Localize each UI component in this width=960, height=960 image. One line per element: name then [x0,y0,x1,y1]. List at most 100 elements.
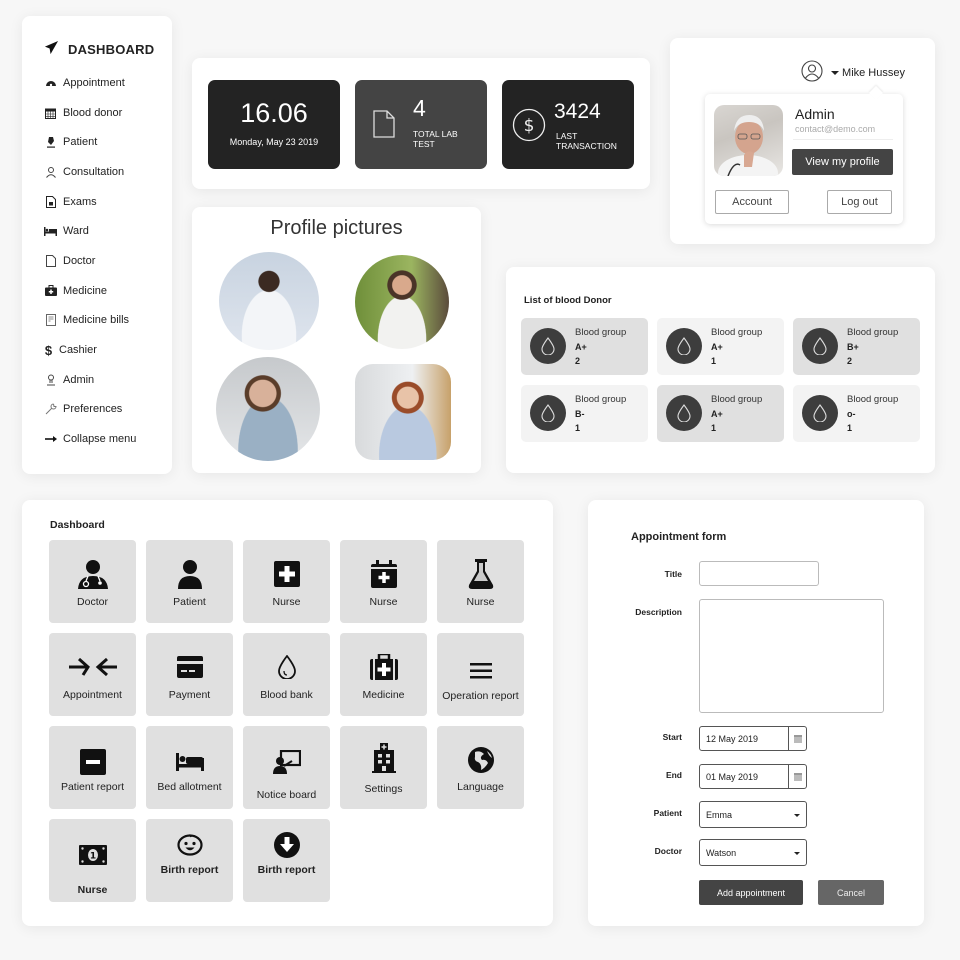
calendar-icon[interactable] [788,765,806,788]
sidebar-item-cashier[interactable]: $ Cashier [44,335,136,365]
profile-picture-doctor-2[interactable] [355,255,449,349]
profile-picture-patient-1[interactable] [216,357,320,461]
blood-drop-icon [802,328,838,364]
tile-label: Nurse [466,596,495,608]
blood-group-value: B+ [847,342,859,352]
patient-select-value: Emma [706,809,733,820]
sidebar-item-admin[interactable]: Admin [44,365,136,395]
blood-drop-icon [666,328,702,364]
caret-down-icon [831,70,840,75]
dashboard-tile-bed-allotment[interactable]: Bed allotment [146,726,233,809]
calendar-plus-icon [370,558,397,590]
sidebar-item-consultation[interactable]: Consultation [44,157,136,187]
arrow-right-icon [44,433,57,446]
sidebar-item-preferences[interactable]: Preferences [44,395,136,425]
account-button[interactable]: Account [715,190,789,214]
dashboard-tile-medicine[interactable]: Medicine [340,633,427,716]
paper-plane-icon [44,40,59,58]
calendar-icon[interactable] [788,727,806,750]
lab-test-count: 4 [413,95,426,121]
tile-label: Blood bank [260,689,313,701]
dashboard-panel: Dashboard Doctor Patient Nurse Nurse Nurse Ap… [22,500,553,926]
blood-donor-card[interactable]: Blood group A+ 1 [657,385,784,442]
blood-donor-grid: Blood group A+ 2 Blood group A+ 1 Blood group B… [521,318,920,442]
transaction-label: LAST TRANSACTION [556,131,617,151]
blood-drop-icon [530,395,566,431]
sidebar-item-collapse-menu[interactable]: Collapse menu [44,424,136,454]
end-date-input[interactable]: 01 May 2019 [699,764,807,789]
donor-count: 1 [575,423,581,433]
user-menu-toggle[interactable]: Mike Hussey [801,60,905,85]
admin-avatar [714,105,783,176]
sidebar-item-doctor[interactable]: Doctor [44,246,136,276]
dashboard-tile-birth-report[interactable]: Birth report [243,819,330,902]
start-date-input[interactable]: 12 May 2019 [699,726,807,751]
sidebar-item-medicine[interactable]: Medicine [44,276,136,306]
document-icon [44,195,57,208]
patient-select[interactable]: Emma [699,801,807,828]
tile-label: Medicine [362,689,405,701]
blood-donor-card[interactable]: Blood group A+ 2 [521,318,648,375]
blood-donor-card[interactable]: Blood group B- 1 [521,385,648,442]
description-textarea[interactable] [699,599,884,713]
transaction-card[interactable]: $ 3424 LAST TRANSACTION [502,80,634,169]
sidebar-item-ward[interactable]: Ward [44,216,136,246]
tile-label: Notice board [256,789,317,801]
form-title: Appointment form [631,531,727,543]
sidebar-item-label: Cashier [59,344,97,357]
profile-picture-doctor-1[interactable] [219,252,319,350]
profile-pictures-panel: Profile pictures [192,207,481,473]
sidebar-item-label: Medicine [63,284,108,297]
hospital-icon [371,742,396,774]
dashboard-tile-birth-report[interactable]: Birth report [146,819,233,902]
medkit-icon [44,284,57,297]
tile-label: Birth report [160,864,219,876]
blood-donor-card[interactable]: Blood group B+ 2 [793,318,920,375]
sidebar-item-blood-donor[interactable]: Blood donor [44,98,136,128]
profile-email: contact@demo.com [795,124,876,134]
sidebar-header[interactable]: DASHBOARD [44,40,154,58]
add-appointment-button[interactable]: Add appointment [699,880,803,905]
view-profile-button[interactable]: View my profile [792,149,893,175]
dashboard-tile-blood-bank[interactable]: Blood bank [243,633,330,716]
donor-count: 1 [711,356,717,366]
dashboard-tile-operation-report[interactable]: Operation report [437,633,524,716]
lab-test-card[interactable]: 4 TOTAL LAB TEST [355,80,487,169]
dashboard-tile-appointment[interactable]: Appointment [49,633,136,716]
dashboard-tile-patient-report[interactable]: Patient report [49,726,136,809]
sidebar-item-appointment[interactable]: Appointment [44,68,136,98]
dashboard-tile-patient[interactable]: Patient [146,540,233,623]
logout-button[interactable]: Log out [827,190,892,214]
dashboard-tile-nurse[interactable]: Nurse [437,540,524,623]
dashboard-tile-nurse[interactable]: Nurse [243,540,330,623]
blood-donor-card[interactable]: Blood group o- 1 [793,385,920,442]
blood-donor-title: List of blood Donor [524,295,612,306]
patient-label: Patient [653,808,682,818]
arrows-converge-icon [68,651,117,683]
sidebar-item-patient[interactable]: Patient [44,127,136,157]
cancel-button[interactable]: Cancel [818,880,884,905]
doctor-select[interactable]: Watson [699,839,807,866]
transaction-value: 3424 [554,100,601,123]
dashboard-tile-language[interactable]: Language [437,726,524,809]
blood-group-value: A+ [575,342,587,352]
tile-label: Bed allotment [157,781,222,793]
appointment-form: Appointment form Title Description Start… [588,500,924,926]
description-label: Description [635,607,682,617]
dashboard-tile-nurse[interactable]: 1 Nurse [49,819,136,902]
blood-donor-card[interactable]: Blood group A+ 1 [657,318,784,375]
sidebar-item-label: Blood donor [63,106,123,119]
profile-picture-patient-2[interactable] [355,364,451,460]
dashboard-tile-doctor[interactable]: Doctor [49,540,136,623]
dashboard-tile-notice-board[interactable]: Notice board [243,726,330,809]
title-input[interactable] [699,561,819,586]
globe-icon [467,744,495,776]
blood-group-value: o- [847,409,856,419]
sidebar-item-exams[interactable]: Exams [44,187,136,217]
tile-label: Operation report [442,690,519,702]
profile-pictures-title: Profile pictures [270,217,403,239]
dashboard-tile-payment[interactable]: Payment [146,633,233,716]
dashboard-tile-nurse[interactable]: Nurse [340,540,427,623]
dashboard-tile-settings[interactable]: Settings [340,726,427,809]
sidebar-item-medicine-bills[interactable]: Medicine bills [44,306,136,336]
